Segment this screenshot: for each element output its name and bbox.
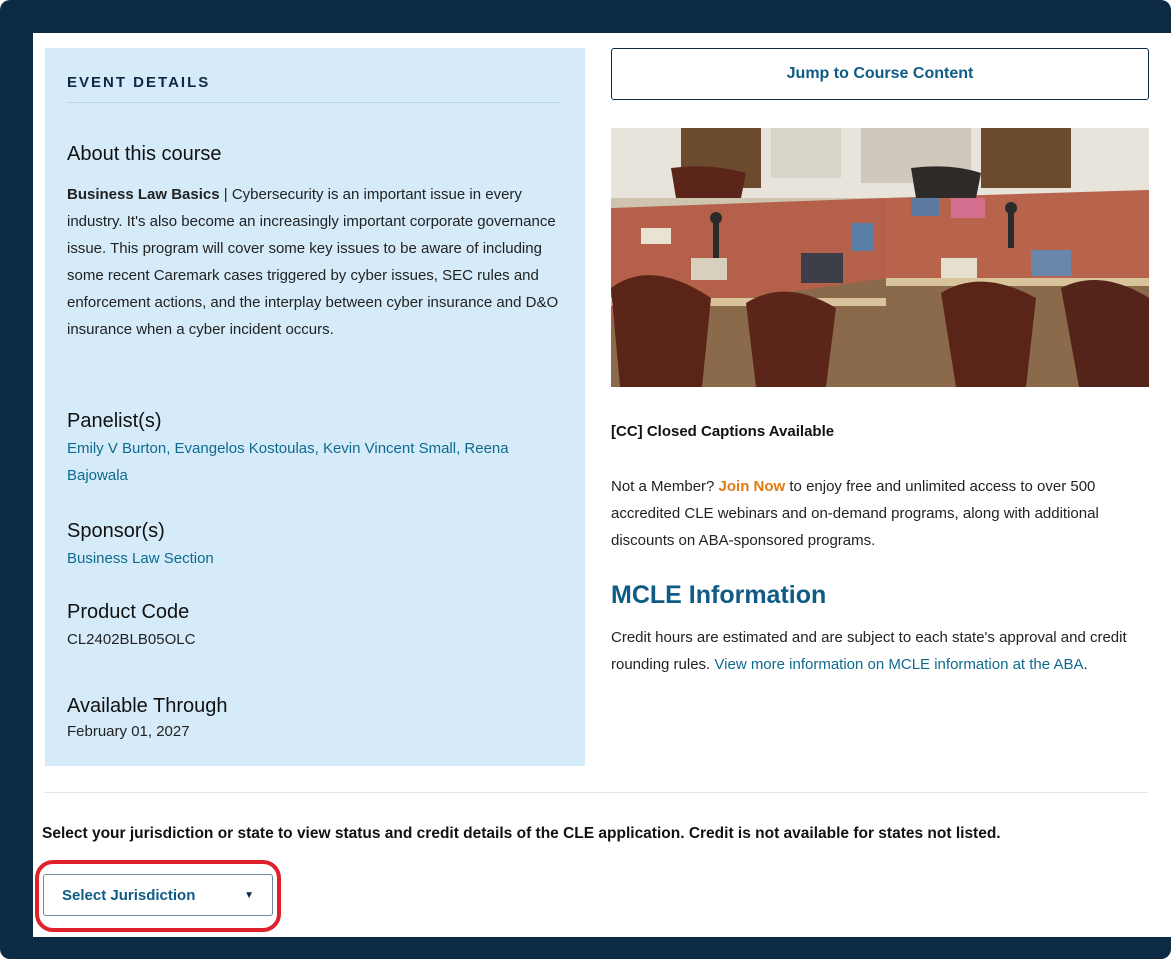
course-description-text: Cybersecurity is an important issue in e… xyxy=(67,186,559,338)
product-code-value: CL2402BLB05OLC xyxy=(67,631,196,648)
event-details-heading: EVENT DETAILS xyxy=(67,74,211,91)
available-through-title: Available Through xyxy=(67,695,228,717)
caret-down-icon: ▼ xyxy=(244,889,254,901)
join-now-link[interactable]: Join Now xyxy=(719,478,786,495)
mcle-more-info-link[interactable]: View more information on MCLE informatio… xyxy=(714,656,1083,673)
sponsors-title: Sponsor(s) xyxy=(67,520,165,542)
membership-promo: Not a Member? Join Now to enjoy free and… xyxy=(611,473,1141,554)
panelists-links[interactable]: Emily V Burton, Evangelos Kostoulas, Kev… xyxy=(67,435,567,489)
mcle-text-end: . xyxy=(1083,656,1088,673)
jurisdiction-instructions: Select your jurisdiction or state to vie… xyxy=(42,825,1001,842)
course-image xyxy=(611,128,1149,387)
mcle-information-text: Credit hours are estimated and are subje… xyxy=(611,624,1141,678)
jump-to-course-content-button[interactable]: Jump to Course Content xyxy=(611,48,1149,100)
section-divider xyxy=(45,792,1147,793)
product-code-title: Product Code xyxy=(67,601,190,623)
event-details-panel: EVENT DETAILS About this course Business… xyxy=(45,48,585,766)
course-series-name: Business Law Basics xyxy=(67,186,220,203)
course-panel: EVENT DETAILS About this course Business… xyxy=(33,33,1171,937)
available-through-date: February 01, 2027 xyxy=(67,723,190,740)
membership-prefix: Not a Member? xyxy=(611,478,719,495)
select-jurisdiction-label: Select Jurisdiction xyxy=(62,886,196,904)
series-separator: | xyxy=(219,186,232,203)
sponsor-link[interactable]: Business Law Section xyxy=(67,545,567,572)
mcle-information-title: MCLE Information xyxy=(611,581,827,609)
closed-captions-note: [CC] Closed Captions Available xyxy=(611,423,835,440)
select-jurisdiction-dropdown[interactable]: Select Jurisdiction ▼ xyxy=(43,874,273,916)
about-course-title: About this course xyxy=(67,143,222,165)
heading-divider xyxy=(67,102,561,103)
about-course-description: Business Law Basics | Cybersecurity is a… xyxy=(67,181,567,343)
panelists-title: Panelist(s) xyxy=(67,410,162,432)
